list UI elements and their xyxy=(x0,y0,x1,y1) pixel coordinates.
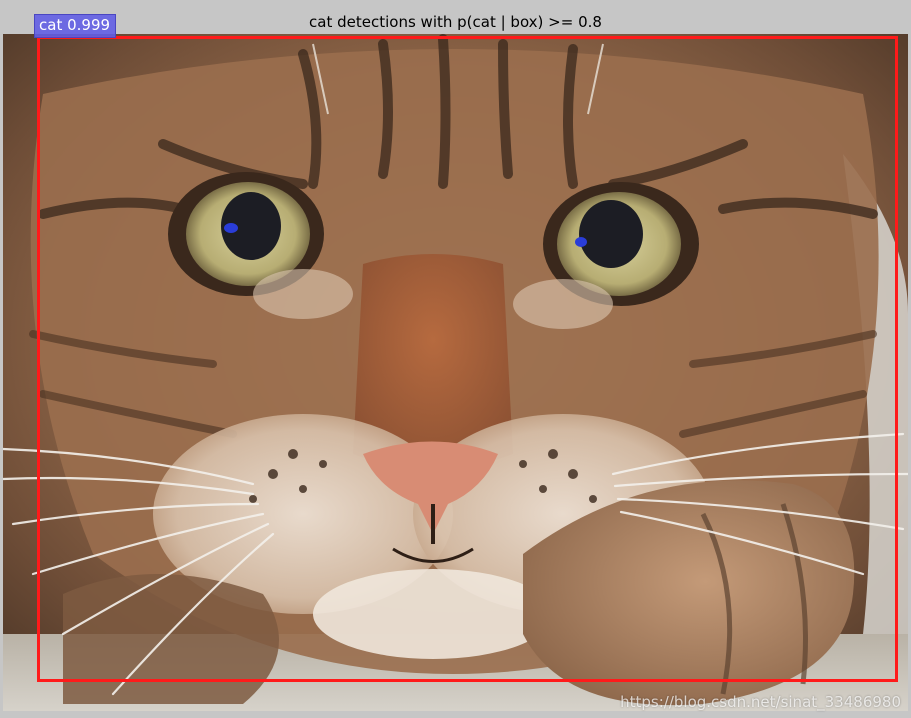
detection-figure: cat detections with p(cat | box) >= 0.8 xyxy=(0,0,911,718)
detection-bounding-box xyxy=(37,36,898,682)
watermark-text: https://blog.csdn.net/sinat_33486980 xyxy=(620,693,901,711)
detection-label: cat 0.999 xyxy=(34,14,117,38)
figure-title: cat detections with p(cat | box) >= 0.8 xyxy=(309,13,602,31)
